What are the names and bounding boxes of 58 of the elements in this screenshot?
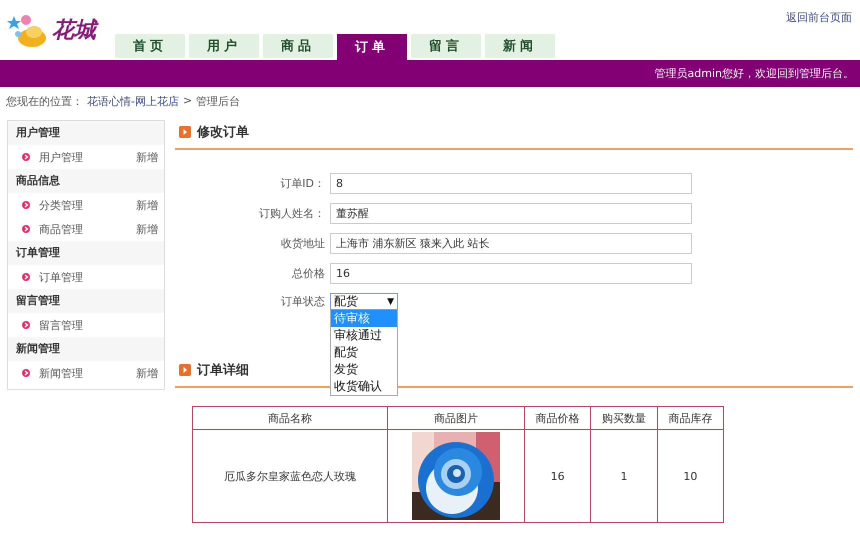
back-link[interactable]: 返回前台页面	[786, 10, 852, 25]
nav-tab[interactable]: 商品	[263, 34, 333, 58]
add-link[interactable]: 新增	[136, 198, 158, 212]
column-header: 商品图片	[388, 406, 524, 430]
sidebar-group-title: 订单管理	[8, 241, 164, 265]
arrow-bullet-icon	[22, 273, 30, 281]
breadcrumb-current: 管理后台	[196, 94, 240, 109]
sidebar-group-title: 商品信息	[8, 169, 164, 193]
table-cell: 厄瓜多尔皇家蓝色恋人玫瑰	[192, 430, 388, 522]
nav-tab[interactable]: 用户	[189, 34, 259, 58]
field-label: 总价格	[291, 266, 326, 281]
arrow-bullet-icon	[22, 369, 30, 377]
field-label: 订单ID：	[279, 176, 326, 191]
column-header: 购买数量	[590, 406, 658, 430]
dropdown-option[interactable]: 审核通过	[331, 327, 397, 344]
input-field[interactable]: 8	[330, 173, 692, 194]
nav-tab[interactable]: 订单	[337, 34, 407, 60]
column-header: 商品库存	[657, 406, 724, 430]
breadcrumb-label: 您现在的位置：	[6, 94, 83, 109]
section-title: 修改订单	[197, 124, 249, 141]
welcome-text: 管理员admin您好，欢迎回到管理后台。	[654, 66, 854, 81]
nav-tab[interactable]: 首页	[115, 34, 185, 58]
table-cell: 16	[524, 430, 591, 522]
add-link[interactable]: 新增	[136, 366, 158, 380]
sidebar-link[interactable]: 订单管理	[39, 270, 158, 284]
table-cell: 1	[590, 430, 658, 522]
input-field[interactable]: 上海市 浦东新区 猿来入此 站长	[330, 233, 692, 254]
status-select[interactable]: 配货 ▼	[330, 293, 398, 310]
arrow-bullet-icon	[22, 201, 30, 209]
section-title: 订单详细	[197, 362, 249, 379]
field-label: 订单状态	[280, 294, 326, 309]
sidebar-group-title: 新闻管理	[8, 337, 164, 361]
field-label: 订购人姓名：	[258, 206, 326, 221]
arrow-bullet-icon	[22, 321, 30, 329]
sidebar-group-title: 留言管理	[8, 289, 164, 313]
nav-tab[interactable]: 留言	[411, 34, 481, 58]
column-header: 商品名称	[192, 406, 388, 430]
dropdown-option[interactable]: 收货确认	[331, 378, 397, 395]
add-link[interactable]: 新增	[136, 222, 158, 236]
field-label: 收货地址	[280, 236, 326, 251]
add-link[interactable]: 新增	[136, 150, 158, 164]
sidebar-link[interactable]: 新闻管理	[39, 366, 136, 380]
arrow-bullet-icon	[22, 225, 30, 233]
nav-tab[interactable]: 新闻	[485, 34, 555, 58]
breadcrumb-separator: >	[182, 94, 192, 109]
sidebar-link[interactable]: 分类管理	[39, 198, 136, 212]
sidebar-group-title: 用户管理	[8, 121, 164, 145]
arrow-bullet-icon	[22, 153, 30, 161]
dropdown-option[interactable]: 发货	[331, 361, 397, 378]
sidebar-link[interactable]: 留言管理	[39, 318, 158, 332]
dropdown-option[interactable]: 配货	[331, 344, 397, 361]
sidebar-link[interactable]: 用户管理	[39, 150, 136, 164]
breadcrumb-link[interactable]: 花语心情-网上花店	[87, 94, 179, 109]
sidebar-link[interactable]: 商品管理	[39, 222, 136, 236]
table-cell: 10	[657, 430, 724, 522]
column-header: 商品价格	[524, 406, 591, 430]
input-field[interactable]: 16	[330, 263, 692, 284]
input-field[interactable]: 董苏醒	[330, 203, 692, 224]
